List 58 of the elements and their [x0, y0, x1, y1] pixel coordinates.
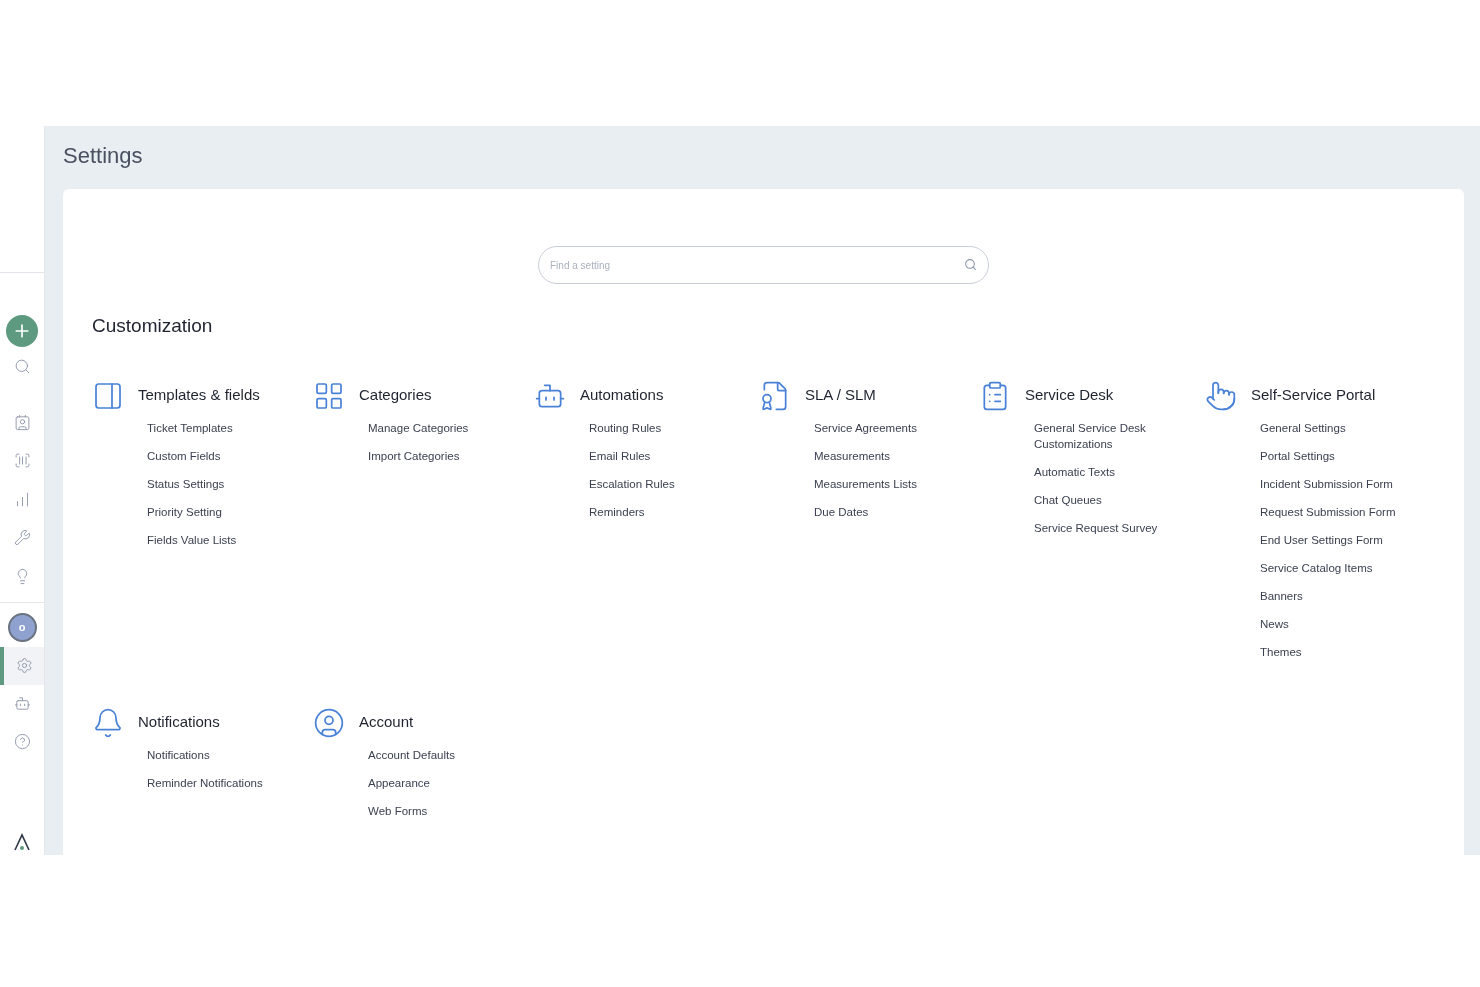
group-title: Self-Service Portal — [1251, 385, 1376, 406]
group-title: Account — [359, 712, 414, 733]
setting-link[interactable]: Automatic Texts — [1034, 457, 1184, 486]
group-title: Automations — [580, 385, 664, 406]
sidebar-item[interactable] — [0, 646, 44, 685]
add-button[interactable] — [6, 315, 38, 347]
setting-link[interactable]: Appearance — [368, 768, 518, 797]
setting-link[interactable]: End User Settings Form — [1260, 525, 1410, 554]
group-title: Templates & fields — [138, 385, 260, 406]
barcode-icon — [13, 452, 31, 470]
user-circle-icon — [313, 706, 345, 739]
search-icon — [13, 358, 31, 375]
setting-link[interactable]: Request Submission Form — [1260, 497, 1410, 526]
wrench-icon — [13, 529, 31, 547]
help-icon — [13, 733, 31, 750]
setting-link[interactable]: Email Rules — [589, 441, 739, 470]
search-icon — [964, 258, 977, 271]
setting-link[interactable]: Reminders — [589, 497, 739, 526]
setting-link[interactable]: Due Dates — [814, 497, 964, 526]
setting-link[interactable]: Themes — [1260, 637, 1410, 666]
setting-link[interactable]: Status Settings — [147, 469, 297, 498]
setting-link[interactable]: Web Forms — [368, 796, 518, 825]
setting-link[interactable]: Reminder Notifications — [147, 768, 297, 797]
pointer-icon — [1205, 379, 1237, 412]
group-title: SLA / SLM — [805, 385, 876, 406]
setting-link[interactable]: Measurements — [814, 441, 964, 470]
bell-icon — [92, 706, 124, 739]
setting-link[interactable]: Chat Queues — [1034, 485, 1184, 514]
setting-link[interactable]: General Settings — [1260, 413, 1410, 442]
setting-link[interactable]: News — [1260, 609, 1410, 638]
logo-icon — [13, 833, 31, 851]
settings-icon — [15, 657, 33, 674]
setting-link[interactable]: Manage Categories — [368, 413, 518, 442]
robot-icon — [13, 695, 31, 712]
setting-link[interactable]: Custom Fields — [147, 441, 297, 470]
setting-link[interactable]: General Service Desk Customizations — [1034, 413, 1184, 458]
setting-link[interactable]: Measurements Lists — [814, 469, 964, 498]
setting-link[interactable]: Fields Value Lists — [147, 525, 297, 554]
group-title: Categories — [359, 385, 432, 406]
setting-link[interactable]: Priority Setting — [147, 497, 297, 526]
setting-link[interactable]: Notifications — [147, 740, 297, 769]
contact-card-icon — [13, 413, 31, 431]
setting-link[interactable]: Incident Submission Form — [1260, 469, 1410, 498]
setting-link[interactable]: Service Agreements — [814, 413, 964, 442]
section-heading: Customization — [92, 314, 214, 338]
setting-link[interactable]: Portal Settings — [1260, 441, 1410, 470]
group-title: Notifications — [138, 712, 220, 733]
setting-link[interactable]: Import Categories — [368, 441, 518, 470]
group-title: Service Desk — [1025, 385, 1114, 406]
setting-link[interactable]: Ticket Templates — [147, 413, 297, 442]
setting-link[interactable]: Service Catalog Items — [1260, 553, 1410, 582]
setting-link[interactable]: Escalation Rules — [589, 469, 739, 498]
setting-link[interactable]: Banners — [1260, 581, 1410, 610]
setting-link[interactable]: Service Request Survey — [1034, 513, 1184, 542]
page-title: Settings — [63, 142, 144, 170]
search-field[interactable]: Find a setting — [538, 246, 989, 284]
setting-link[interactable]: Account Defaults — [368, 740, 518, 769]
setting-link[interactable]: Routing Rules — [589, 413, 739, 442]
